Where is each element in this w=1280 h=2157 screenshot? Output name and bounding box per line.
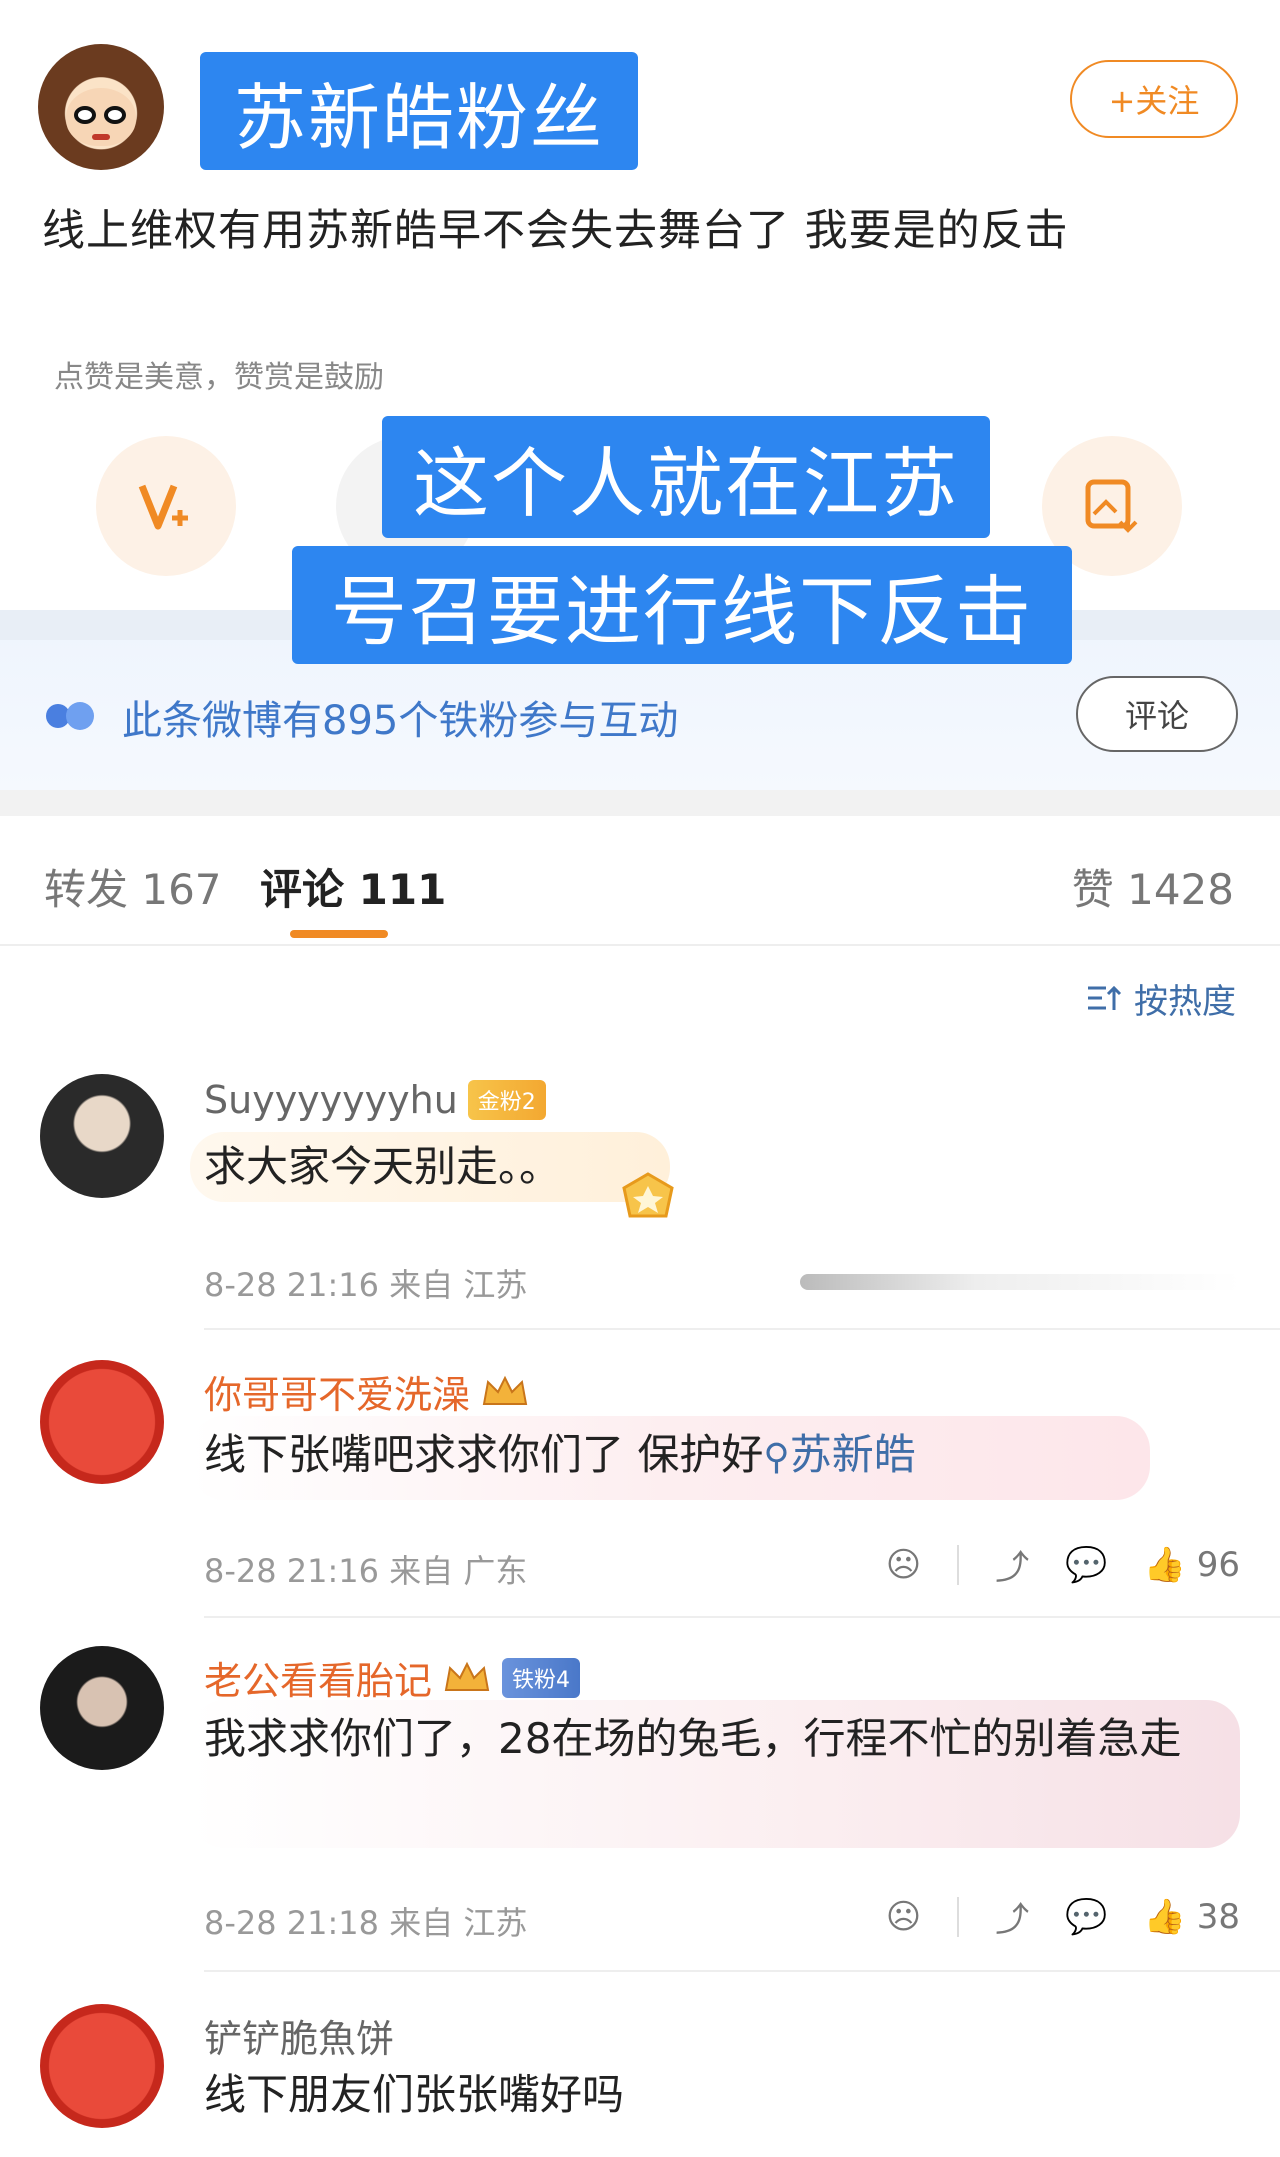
reward-caption: 点赞是美意，赞赏是鼓励 <box>54 360 384 395</box>
comment-meta: 8-28 21:16 来自 广东 <box>204 1552 528 1590</box>
post-header: 苏新皓粉丝 +关注 线上维权有用苏新皓早不会失去舞台了 我要是的反击 点赞是美意… <box>0 0 1280 440</box>
crown-badge-icon <box>482 1375 528 1405</box>
commenter-name[interactable]: Suyyyyyyyhu <box>204 1078 458 1122</box>
commenter-avatar[interactable] <box>40 1646 164 1770</box>
tab-likes[interactable]: 赞 1428 <box>1072 856 1234 917</box>
avatar-eye <box>74 106 96 124</box>
commenter-name-row: 铲铲脆魚饼 <box>204 2008 394 2063</box>
comment-actions: ☹ ⤴ 💬 👍 96 <box>886 1540 1240 1589</box>
comment-meta: 8-28 21:16 来自 江苏 <box>204 1266 528 1304</box>
tab-comments[interactable]: 评论 111 <box>260 856 446 917</box>
action-separator <box>957 1896 960 1937</box>
fan-badge: 铁粉4 <box>502 1657 581 1698</box>
tab-repost[interactable]: 转发 167 <box>44 856 222 917</box>
gold-badge-icon <box>622 1172 674 1218</box>
commenter-name-row: 老公看看胎记 铁粉4 <box>204 1650 581 1705</box>
commenter-name[interactable]: 铲铲脆魚饼 <box>204 2008 394 2063</box>
crown-badge-icon <box>444 1661 490 1691</box>
overlay-caption-line1: 这个人就在江苏 <box>382 416 990 538</box>
comment-text-row: 线下张嘴吧求求你们了 保护好⚲苏新皓 <box>204 1422 916 1491</box>
comment-text: 我求求你们了，28在场的兔毛，行程不忙的别着急走 <box>204 1714 1182 1763</box>
commenter-avatar[interactable] <box>40 1360 164 1484</box>
section-gap <box>0 790 1280 816</box>
action-separator <box>957 1544 960 1585</box>
comment-divider <box>204 1328 1280 1330</box>
fans-interaction-text[interactable]: 此条微博有895个铁粉参与互动 <box>122 688 678 746</box>
loading-bar <box>800 1274 1240 1290</box>
follow-button[interactable]: +关注 <box>1070 60 1238 138</box>
reward-button[interactable] <box>96 436 236 576</box>
reply-icon[interactable]: 💬 <box>1065 1545 1107 1585</box>
comment-item: 你哥哥不爱洗澡 线下张嘴吧求求你们了 保护好⚲苏新皓 8-28 21:16 来自… <box>0 1356 1280 1646</box>
comment-meta: 8-28 21:18 来自 江苏 <box>204 1904 528 1942</box>
post-text: 线上维权有用苏新皓早不会失去舞台了 我要是的反击 <box>42 206 1069 256</box>
share-icon[interactable]: ⤴ <box>995 1540 1029 1589</box>
image-download-icon <box>1085 479 1138 533</box>
avatar-mouth <box>92 134 110 140</box>
comment-item: 老公看看胎记 铁粉4 我求求你们了，28在场的兔毛，行程不忙的别着急走 8-28… <box>0 1642 1280 1972</box>
like-count: 96 <box>1196 1544 1240 1585</box>
active-tab-indicator <box>290 930 388 938</box>
sort-icon <box>1088 985 1122 1010</box>
comment-text: 线下朋友们张张嘴好吗 <box>204 2070 625 2119</box>
commenter-name-row: 你哥哥不爱洗澡 <box>204 1364 530 1419</box>
author-avatar[interactable] <box>38 44 164 170</box>
like-button[interactable]: 👍 38 <box>1144 1897 1240 1937</box>
comment-divider <box>204 1616 1280 1618</box>
comment-text: 求大家今天别走。。 <box>204 1142 562 1191</box>
comment-text: 线下张嘴吧求求你们了 保护好 <box>204 1430 764 1479</box>
fans-icon <box>46 702 94 730</box>
tab-bar: 转发 167 评论 111 赞 1428 <box>0 816 1280 946</box>
like-button[interactable]: 👍 96 <box>1144 1545 1240 1585</box>
comment-button[interactable]: 评论 <box>1076 676 1238 752</box>
overlay-caption-line2: 号召要进行线下反击 <box>292 546 1072 664</box>
reward-v-icon <box>138 484 188 530</box>
comment-actions: ☹ ⤴ 💬 👍 38 <box>886 1892 1240 1941</box>
share-icon[interactable]: ⤴ <box>995 1892 1029 1941</box>
comment-divider <box>204 1970 1280 1972</box>
topic-link[interactable]: 苏新皓 <box>790 1430 916 1479</box>
search-icon: ⚲ <box>763 1437 790 1478</box>
reply-icon[interactable]: 💬 <box>1065 1897 1107 1937</box>
fan-badge: 金粉2 <box>467 1080 546 1120</box>
commenter-name-row: Suyyyyyyyhu 金粉2 <box>204 1078 546 1122</box>
author-name[interactable]: 苏新皓粉丝 <box>200 52 638 170</box>
comment-item: Suyyyyyyyhu 金粉2 求大家今天别走。。 8-28 21:16 来自 … <box>0 1070 1280 1330</box>
dislike-icon[interactable]: ☹ <box>886 1897 921 1937</box>
commenter-avatar[interactable] <box>40 2004 164 2128</box>
commenter-name[interactable]: 你哥哥不爱洗澡 <box>204 1364 470 1419</box>
commenter-name[interactable]: 老公看看胎记 <box>204 1650 432 1705</box>
like-count: 38 <box>1196 1896 1240 1937</box>
comment-item: 铲铲脆魚饼 线下朋友们张张嘴好吗 <box>0 2000 1280 2157</box>
sort-label: 按热度 <box>1134 982 1236 1022</box>
avatar-eye <box>104 106 126 124</box>
sort-button[interactable]: 按热度 <box>1086 974 1236 1023</box>
dislike-icon[interactable]: ☹ <box>886 1545 921 1585</box>
commenter-avatar[interactable] <box>40 1074 164 1198</box>
